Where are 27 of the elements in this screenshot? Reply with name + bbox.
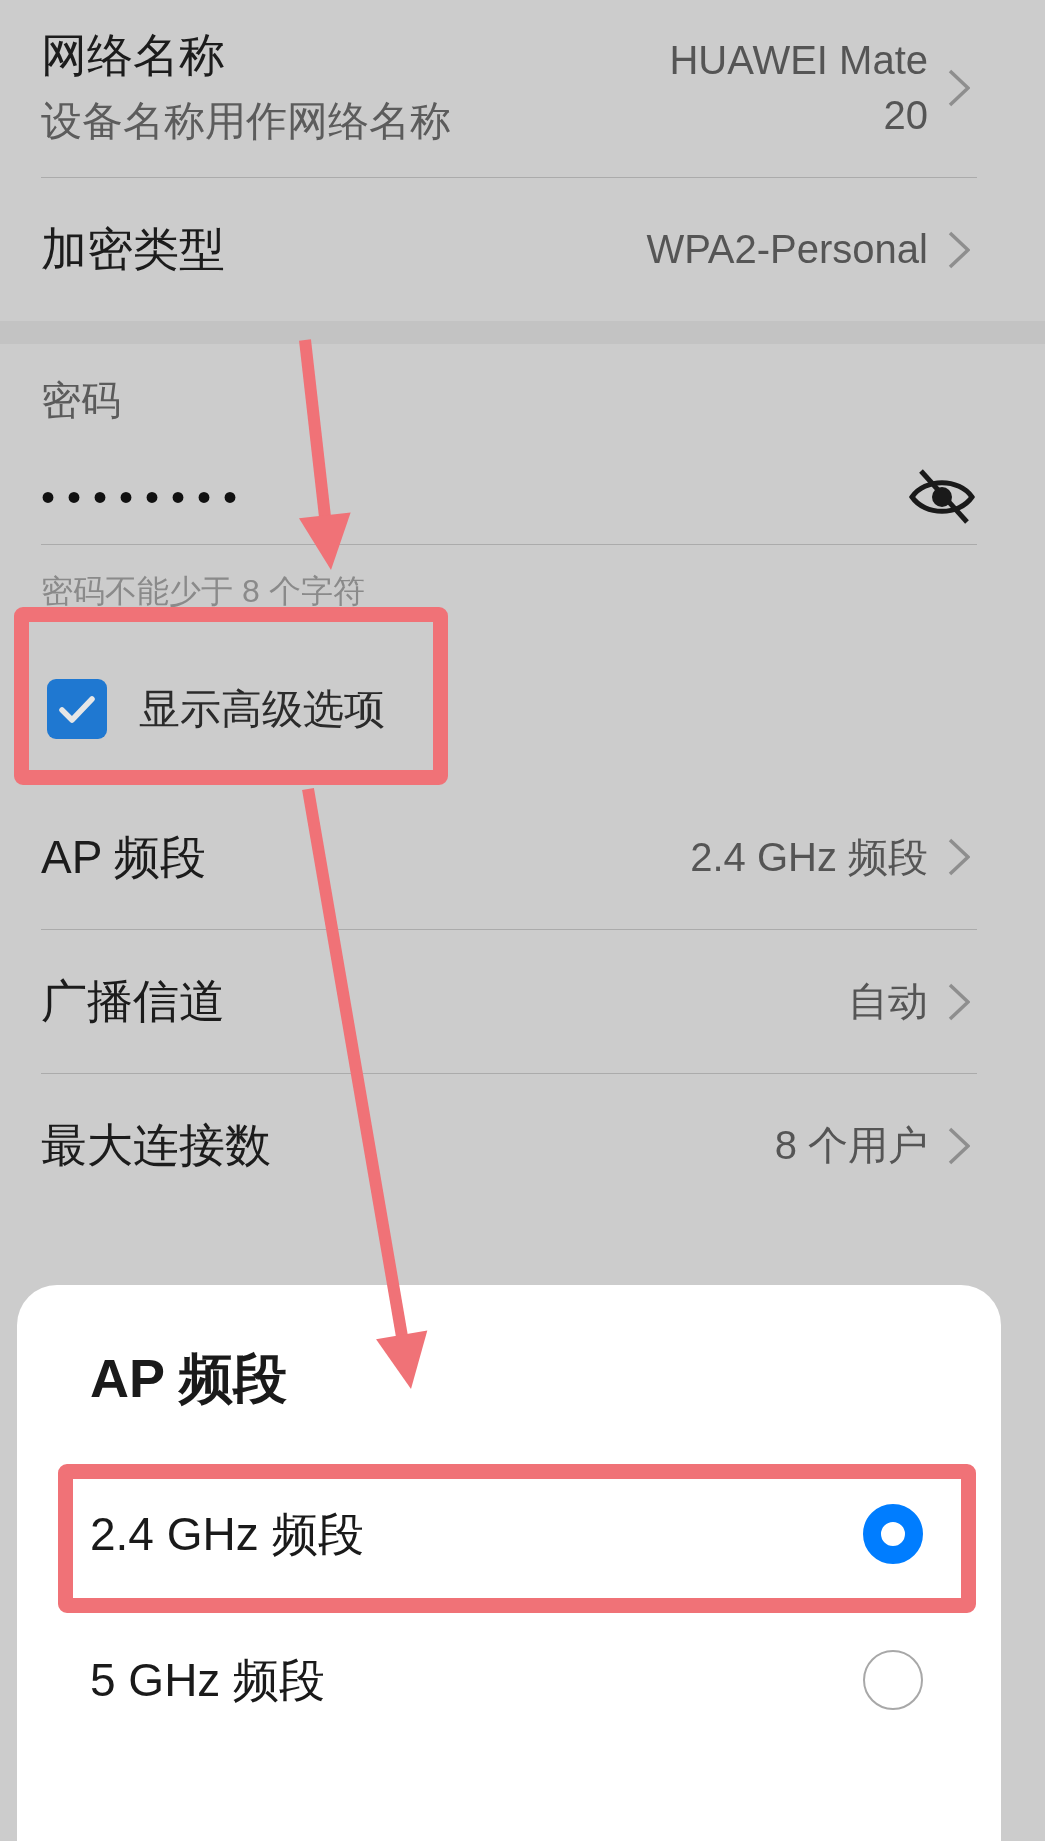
chevron-right-icon	[948, 982, 970, 1021]
setting-label[interactable]: 最大连接数	[41, 1118, 271, 1173]
chevron-right-icon	[948, 838, 970, 876]
setting-label[interactable]: AP 频段	[41, 829, 207, 885]
setting-value[interactable]: 8 个用户	[774, 1118, 928, 1173]
field-label: 密码	[41, 377, 121, 424]
setting-label[interactable]: 加密类型	[41, 222, 225, 277]
option-label[interactable]: 5 GHz 频段	[90, 1652, 326, 1708]
setting-value[interactable]: 自动	[848, 974, 928, 1029]
eye-slash-icon[interactable]	[909, 468, 975, 525]
setting-label[interactable]: 网络名称	[41, 28, 225, 83]
hint-text: 密码不能少于 8 个字符	[41, 573, 365, 609]
chevron-right-icon	[948, 230, 970, 269]
password-field[interactable]: ••••••••	[41, 471, 909, 522]
option-label[interactable]: 2.4 GHz 频段	[90, 1506, 364, 1562]
dialog-title: AP 频段	[90, 1347, 288, 1410]
setting-description: 设备名称用作网络名称	[41, 97, 451, 146]
checkbox-label[interactable]: 显示高级选项	[139, 679, 385, 739]
radio-button[interactable]	[863, 1504, 923, 1564]
checkbox[interactable]	[47, 679, 107, 739]
setting-value[interactable]: WPA2-Personal	[646, 222, 928, 277]
chevron-right-icon	[948, 1126, 970, 1165]
radio-button[interactable]	[863, 1650, 923, 1710]
setting-value[interactable]: 2.4 GHz 频段	[690, 829, 928, 885]
setting-label[interactable]: 广播信道	[41, 974, 225, 1029]
chevron-right-icon	[948, 68, 970, 107]
setting-value[interactable]: HUAWEI Mate 20	[636, 32, 928, 143]
